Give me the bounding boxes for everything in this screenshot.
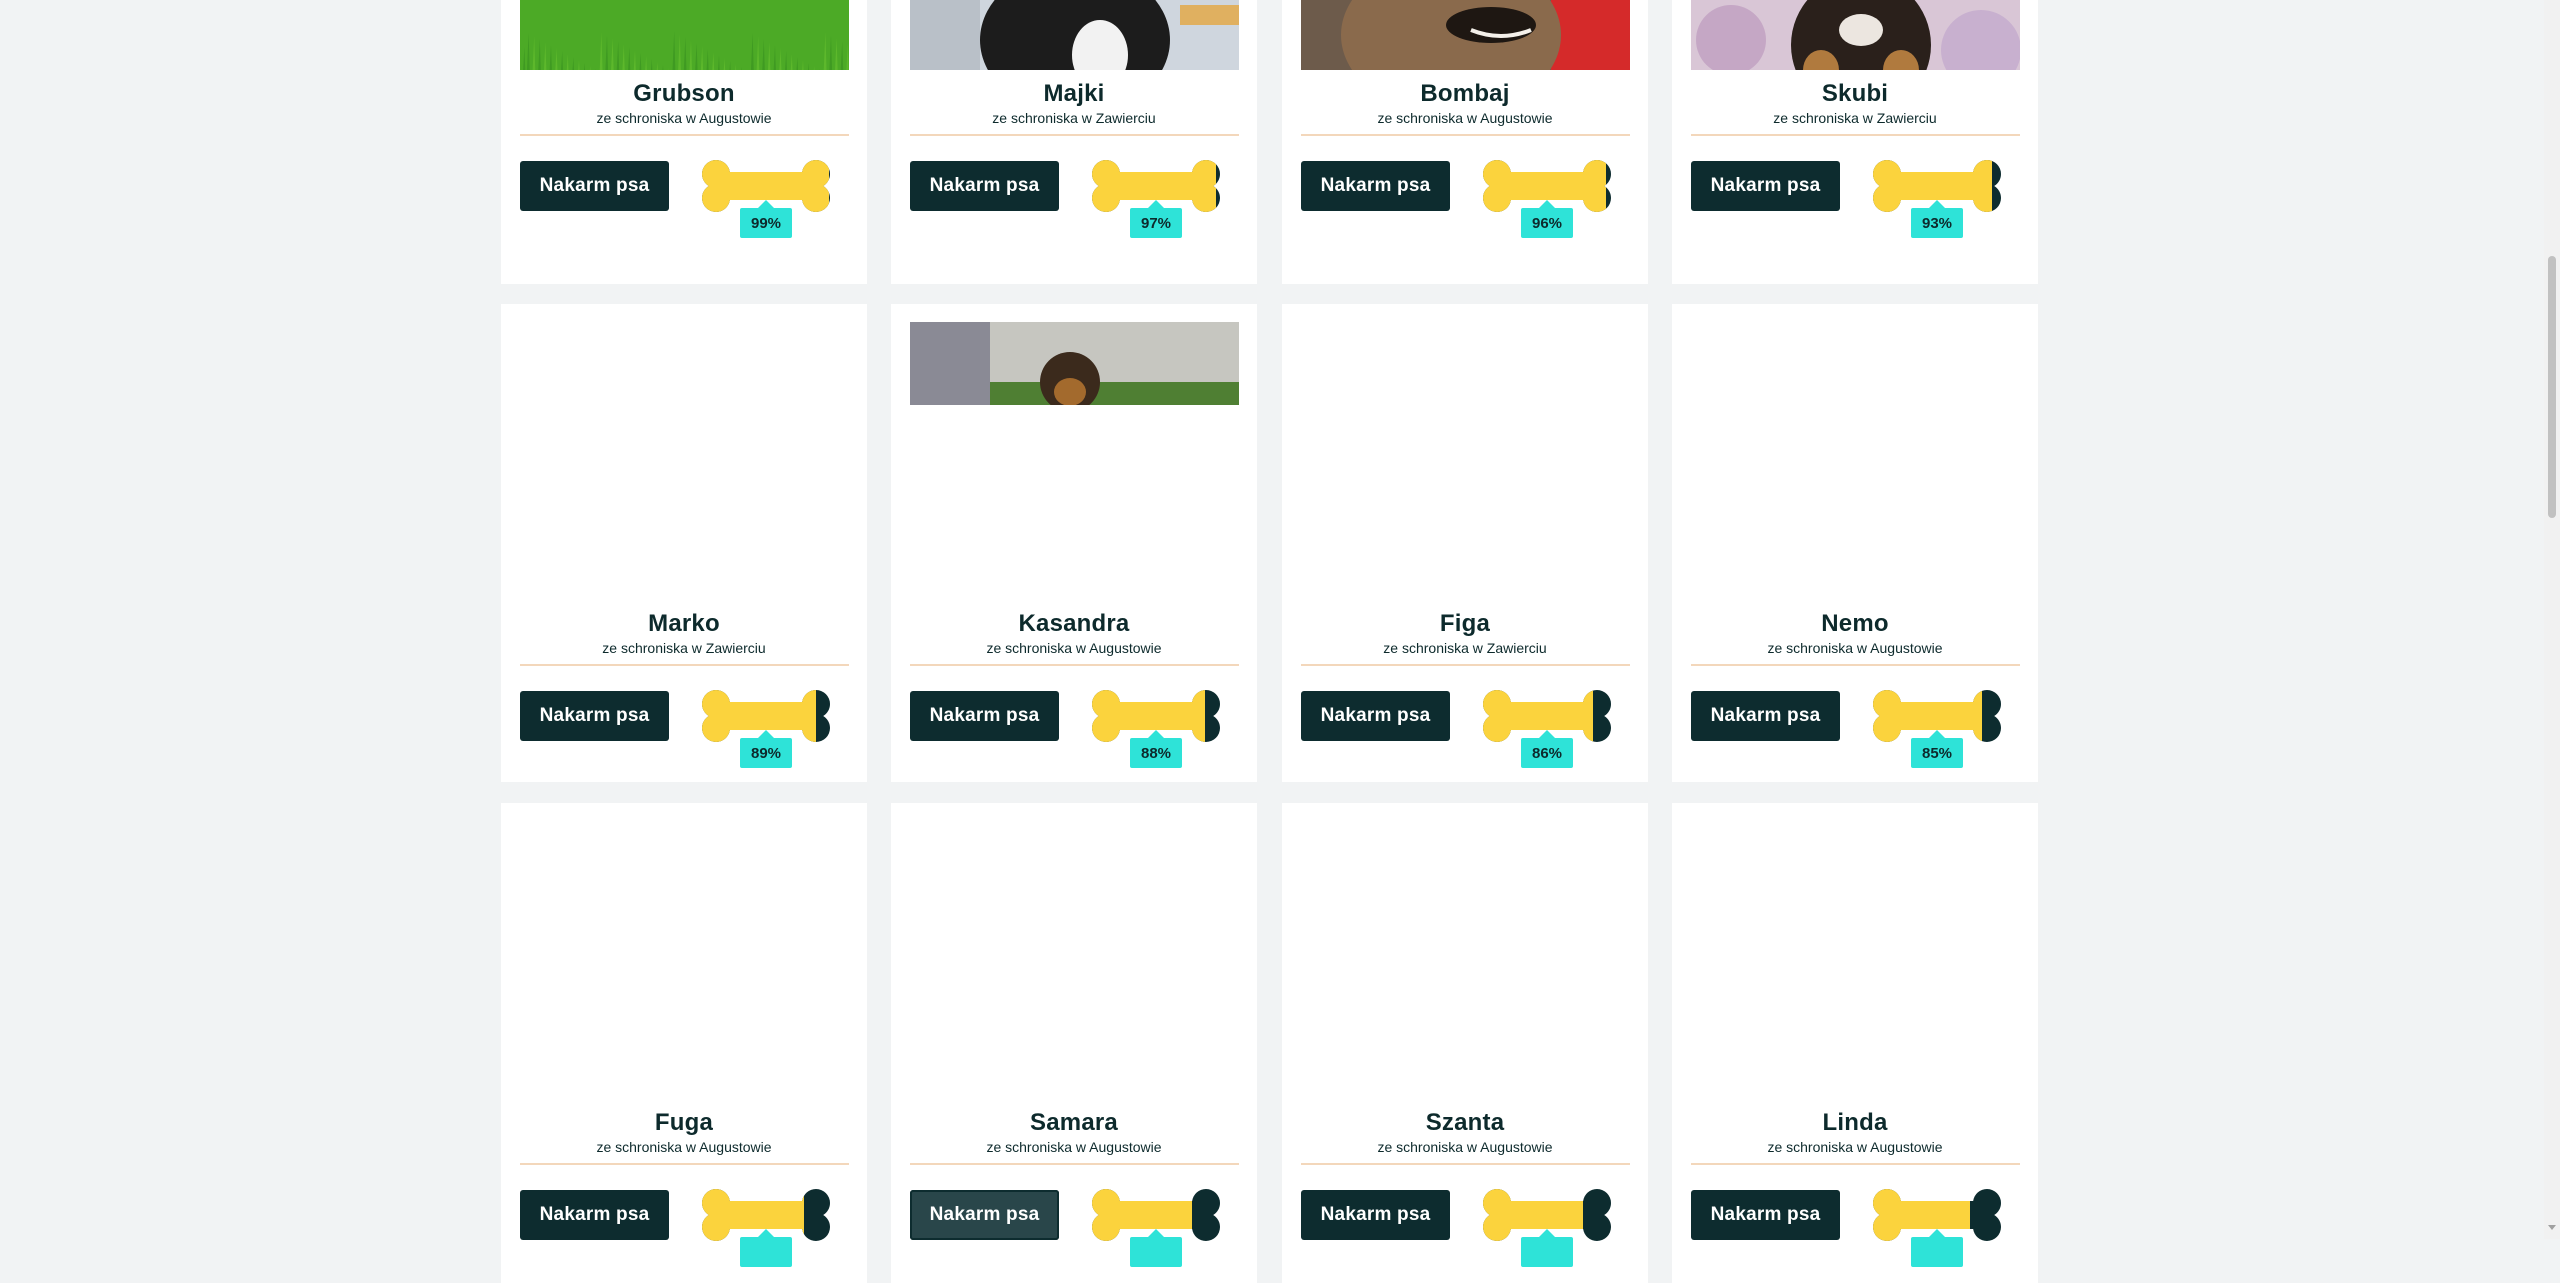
dog-shelter: ze schroniska w Augustowie [986,640,1162,656]
dog-shelter: ze schroniska w Augustowie [1767,640,1943,656]
feed-dog-button[interactable]: Nakarm psa [910,1190,1059,1240]
dog-shelter: ze schroniska w Zawierciu [1383,640,1547,656]
dog-shelter: ze schroniska w Augustowie [596,110,772,126]
dog-name[interactable]: Grubson [501,80,867,108]
feed-dog-button[interactable]: Nakarm psa [1301,691,1450,741]
fed-percent-badge: 88% [1130,730,1182,768]
card-divider [910,664,1239,666]
page-scrollbar[interactable] [2544,0,2560,1239]
feed-dog-button[interactable]: Nakarm psa [1691,1190,1840,1240]
dog-name[interactable]: Kasandra [891,610,1257,638]
fed-percent-badge [1130,1229,1182,1267]
dog-card[interactable]: Grubson ze schroniska w Augustowie Nakarm … [501,0,867,284]
dog-name[interactable]: Marko [501,610,867,638]
fed-percent-badge: 99% [740,200,792,238]
dog-name[interactable]: Nemo [1672,610,2038,638]
scroll-down-arrow-icon[interactable] [2548,1225,2556,1230]
card-divider [910,134,1239,136]
fed-percent-badge [1911,1229,1963,1267]
dog-shelter: ze schroniska w Augustowie [986,1139,1162,1155]
fed-percent-badge: 96% [1521,200,1573,238]
dog-name[interactable]: Bombaj [1282,80,1648,108]
feed-dog-button[interactable]: Nakarm psa [910,161,1059,211]
dog-shelter: ze schroniska w Augustowie [1377,1139,1553,1155]
dog-photo[interactable] [1691,0,2020,70]
dog-name[interactable]: Skubi [1672,80,2038,108]
feed-dog-button[interactable]: Nakarm psa [520,691,669,741]
card-divider [1301,664,1630,666]
dog-name[interactable]: Linda [1672,1109,2038,1137]
dog-card[interactable]: Kasandra ze schroniska w Augustowie Nakarm… [891,304,1257,782]
dog-name[interactable]: Majki [891,80,1257,108]
dog-shelter: ze schroniska w Zawierciu [602,640,766,656]
dog-card[interactable]: Samara ze schroniska w Augustowie Nakarm p… [891,803,1257,1283]
dog-card-grid: Grubson ze schroniska w Augustowie Nakarm … [0,0,2544,1283]
dog-shelter: ze schroniska w Augustowie [596,1139,772,1155]
feed-dog-button[interactable]: Nakarm psa [1301,161,1450,211]
dog-name[interactable]: Szanta [1282,1109,1648,1137]
dog-card[interactable]: Figa ze schroniska w Zawierciu Nakarm psa … [1282,304,1648,782]
fed-percent-badge [740,1229,792,1267]
fed-percent-badge: 97% [1130,200,1182,238]
card-divider [520,664,849,666]
scrollbar-thumb[interactable] [2548,256,2556,518]
dog-photo[interactable] [1301,0,1630,70]
dog-card[interactable]: Bombaj ze schroniska w Augustowie Nakarm p… [1282,0,1648,284]
fed-percent-badge: 89% [740,730,792,768]
feed-dog-button[interactable]: Nakarm psa [1691,161,1840,211]
card-divider [1301,1163,1630,1165]
feed-dog-button[interactable]: Nakarm psa [520,161,669,211]
feed-dog-button[interactable]: Nakarm psa [520,1190,669,1240]
dog-name[interactable]: Samara [891,1109,1257,1137]
card-divider [1691,664,2020,666]
dog-card[interactable]: Marko ze schroniska w Zawierciu Nakarm psa… [501,304,867,782]
card-divider [520,1163,849,1165]
dog-shelter: ze schroniska w Augustowie [1377,110,1553,126]
dog-card[interactable]: Skubi ze schroniska w Zawierciu Nakarm psa… [1672,0,2038,284]
card-divider [1691,1163,2020,1165]
fed-percent-badge: 86% [1521,730,1573,768]
card-divider [1301,134,1630,136]
card-divider [1691,134,2020,136]
dog-card[interactable]: Linda ze schroniska w Augustowie Nakarm ps… [1672,803,2038,1283]
dog-photo[interactable] [520,0,849,70]
card-divider [910,1163,1239,1165]
feed-dog-button[interactable]: Nakarm psa [1691,691,1840,741]
dog-card[interactable]: Fuga ze schroniska w Augustowie Nakarm psa [501,803,867,1283]
dog-name[interactable]: Fuga [501,1109,867,1137]
dog-shelter: ze schroniska w Zawierciu [992,110,1156,126]
dog-name[interactable]: Figa [1282,610,1648,638]
dog-card[interactable]: Nemo ze schroniska w Augustowie Nakarm psa… [1672,304,2038,782]
dog-shelter: ze schroniska w Augustowie [1767,1139,1943,1155]
fed-percent-badge: 85% [1911,730,1963,768]
feed-dog-button[interactable]: Nakarm psa [910,691,1059,741]
feed-dog-button[interactable]: Nakarm psa [1301,1190,1450,1240]
dog-photo[interactable] [910,0,1239,70]
fed-percent-badge [1521,1229,1573,1267]
card-divider [520,134,849,136]
dog-photo[interactable] [910,322,1239,405]
fed-percent-badge: 93% [1911,200,1963,238]
dog-card[interactable]: Szanta ze schroniska w Augustowie Nakarm p… [1282,803,1648,1283]
dog-card[interactable]: Majki ze schroniska w Zawierciu Nakarm psa… [891,0,1257,284]
dog-shelter: ze schroniska w Zawierciu [1773,110,1937,126]
